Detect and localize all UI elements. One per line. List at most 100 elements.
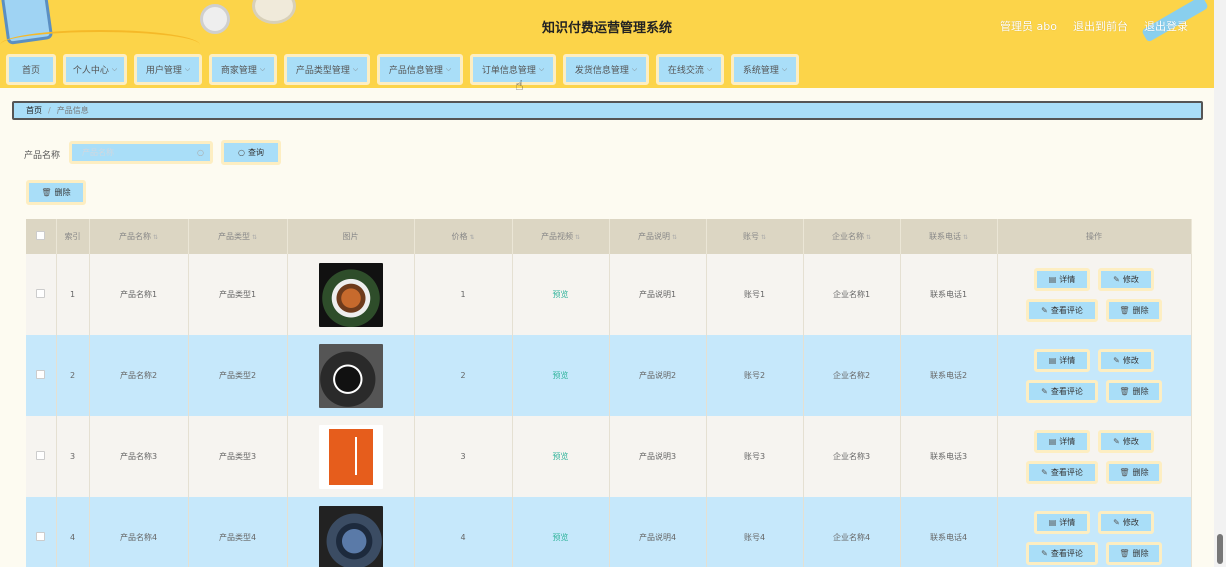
column-header-video[interactable]: 产品视频 ⇅ [512, 219, 610, 254]
breadcrumb-home[interactable]: 首页 [26, 105, 42, 116]
nav-system-management[interactable]: 系统管理 ⌵ [731, 53, 799, 85]
sort-icon: ⇅ [671, 234, 678, 241]
table-row[interactable]: 1 产品名称1 产品类型1 1 预览 产品说明1 账号1 企业名称1 联系电话1 ▤ 详情 ✎ 修改 ✎ 查… [26, 254, 1192, 335]
delete-row-button[interactable]: 🗑 删除 [1106, 298, 1162, 322]
trash-icon: 🗑 [1119, 305, 1130, 315]
detail-button[interactable]: ▤ 详情 [1034, 348, 1090, 372]
view-comments-button[interactable]: ✎ 查看评论 [1026, 379, 1098, 403]
nav-order-info-management[interactable]: 订单信息管理 ⌵ [470, 53, 556, 85]
video-preview-link[interactable]: 预览 [553, 533, 569, 542]
nav-home[interactable]: 首页 [6, 53, 56, 85]
pencil-icon: ✎ [1113, 436, 1120, 446]
nav-shipping-info-management[interactable]: 发货信息管理 ⌵ [563, 53, 649, 85]
column-header-actions: 操作 [997, 219, 1192, 254]
column-header-phone[interactable]: 联系电话 ⇅ [900, 219, 998, 254]
actions-cell: ▤ 详情 ✎ 修改 ✎ 查看评论 🗑 删除 [997, 254, 1192, 335]
sort-icon: ⇅ [251, 234, 258, 241]
actions-cell: ▤ 详情 ✎ 修改 ✎ 查看评论 🗑 删除 [997, 497, 1192, 567]
chevron-down-icon: ⌵ [706, 64, 713, 73]
table-row[interactable]: 3 产品名称3 产品类型3 3 预览 产品说明3 账号3 企业名称3 联系电话3 ▤ 详情 ✎ 修改 ✎ 查… [26, 416, 1192, 497]
delete-row-button[interactable]: 🗑 删除 [1106, 541, 1162, 565]
product-type-cell: 产品类型4 [188, 497, 288, 567]
account-cell: 账号4 [706, 497, 804, 567]
pencil-icon: ✎ [1041, 548, 1048, 558]
search-input[interactable] [69, 141, 213, 164]
detail-button[interactable]: ▤ 详情 [1034, 429, 1090, 453]
nav-product-type-management[interactable]: 产品类型管理 ⌵ [284, 53, 370, 85]
row-checkbox[interactable] [36, 289, 46, 298]
actions-cell: ▤ 详情 ✎ 修改 ✎ 查看评论 🗑 删除 [997, 335, 1192, 416]
pencil-icon: ✎ [1041, 386, 1048, 396]
select-all-checkbox[interactable] [36, 231, 46, 240]
product-name-cell: 产品名称2 [89, 335, 189, 416]
chevron-down-icon: ⌵ [445, 64, 452, 73]
video-cell: 预览 [512, 254, 610, 335]
product-type-cell: 产品类型1 [188, 254, 288, 335]
view-comments-button[interactable]: ✎ 查看评论 [1026, 541, 1098, 565]
batch-delete-button[interactable]: 🗑 删除 [26, 180, 86, 205]
product-name-cell: 产品名称3 [89, 416, 189, 497]
book-image[interactable] [318, 424, 383, 489]
nav-merchant-management[interactable]: 商家管理 ⌵ [209, 53, 277, 85]
shoes-image[interactable] [318, 343, 383, 408]
edit-button[interactable]: ✎ 修改 [1098, 429, 1154, 453]
video-cell: 预览 [512, 335, 610, 416]
index-cell: 2 [56, 335, 90, 416]
price-cell: 2 [414, 335, 513, 416]
view-comments-button[interactable]: ✎ 查看评论 [1026, 298, 1098, 322]
row-select-cell [26, 254, 57, 335]
product-type-cell: 产品类型3 [188, 416, 288, 497]
pencil-icon: ✎ [1041, 305, 1048, 315]
edit-button[interactable]: ✎ 修改 [1098, 348, 1154, 372]
sort-icon: ⇅ [865, 234, 872, 241]
phone-cell: 联系电话1 [900, 254, 998, 335]
product-name-cell: 产品名称1 [89, 254, 189, 335]
column-header-description[interactable]: 产品说明 ⇅ [609, 219, 707, 254]
price-cell: 4 [414, 497, 513, 567]
video-preview-link[interactable]: 预览 [553, 290, 569, 299]
trash-icon: 🗑 [41, 188, 52, 197]
description-cell: 产品说明3 [609, 416, 707, 497]
column-header-type[interactable]: 产品类型 ⇅ [188, 219, 288, 254]
row-actions: ▤ 详情 ✎ 修改 ✎ 查看评论 🗑 删除 [998, 510, 1191, 565]
edit-button[interactable]: ✎ 修改 [1098, 267, 1154, 291]
detail-button[interactable]: ▤ 详情 [1034, 267, 1090, 291]
edit-button[interactable]: ✎ 修改 [1098, 510, 1154, 534]
document-icon: ▤ [1048, 274, 1057, 284]
video-preview-link[interactable]: 预览 [553, 371, 569, 380]
chevron-down-icon: ⌵ [631, 64, 638, 73]
logout-link[interactable]: 退出登录 [1144, 18, 1188, 34]
scrollbar-thumb[interactable] [1217, 534, 1223, 564]
table-row[interactable]: 4 产品名称4 产品类型4 4 预览 产品说明4 账号4 企业名称4 联系电话4 ▤ 详情 ✎ 修改 ✎ 查… [26, 497, 1192, 567]
nav-product-info-management[interactable]: 产品信息管理 ⌵ [377, 53, 463, 85]
delete-row-button[interactable]: 🗑 删除 [1106, 379, 1162, 403]
row-checkbox[interactable] [36, 532, 46, 541]
chevron-down-icon: ⌵ [259, 64, 266, 73]
view-comments-button[interactable]: ✎ 查看评论 [1026, 460, 1098, 484]
column-header-account[interactable]: 账号 ⇅ [706, 219, 804, 254]
row-checkbox[interactable] [36, 451, 46, 460]
pencil-icon: ✎ [1113, 274, 1120, 284]
column-header-company[interactable]: 企业名称 ⇅ [803, 219, 901, 254]
document-icon: ▤ [1048, 355, 1057, 365]
breadcrumb: 首页 / 产品信息 [12, 101, 1203, 120]
nav-user-management[interactable]: 用户管理 ⌵ [134, 53, 202, 85]
food-image[interactable] [318, 262, 383, 327]
column-header-price[interactable]: 价格 ⇅ [414, 219, 513, 254]
table-row[interactable]: 2 产品名称2 产品类型2 2 预览 产品说明2 账号2 企业名称2 联系电话2 ▤ 详情 ✎ 修改 ✎ 查… [26, 335, 1192, 416]
row-checkbox[interactable] [36, 370, 46, 379]
phone-cell: 联系电话2 [900, 335, 998, 416]
video-preview-link[interactable]: 预览 [553, 452, 569, 461]
delete-row-button[interactable]: 🗑 删除 [1106, 460, 1162, 484]
nav-personal-center[interactable]: 个人中心 ⌵ [63, 53, 127, 85]
nav-online-chat[interactable]: 在线交流 ⌵ [656, 53, 724, 85]
document-icon: ▤ [1048, 436, 1057, 446]
page-scrollbar[interactable] [1214, 0, 1226, 567]
chevron-down-icon: ⌵ [111, 64, 118, 73]
column-header-name[interactable]: 产品名称 ⇅ [89, 219, 189, 254]
watch-image[interactable] [318, 505, 383, 567]
back-to-frontend-link[interactable]: 退出到前台 [1073, 18, 1128, 34]
pencil-icon: ✎ [1113, 355, 1120, 365]
search-button[interactable]: ○ 查询 [221, 140, 281, 165]
detail-button[interactable]: ▤ 详情 [1034, 510, 1090, 534]
